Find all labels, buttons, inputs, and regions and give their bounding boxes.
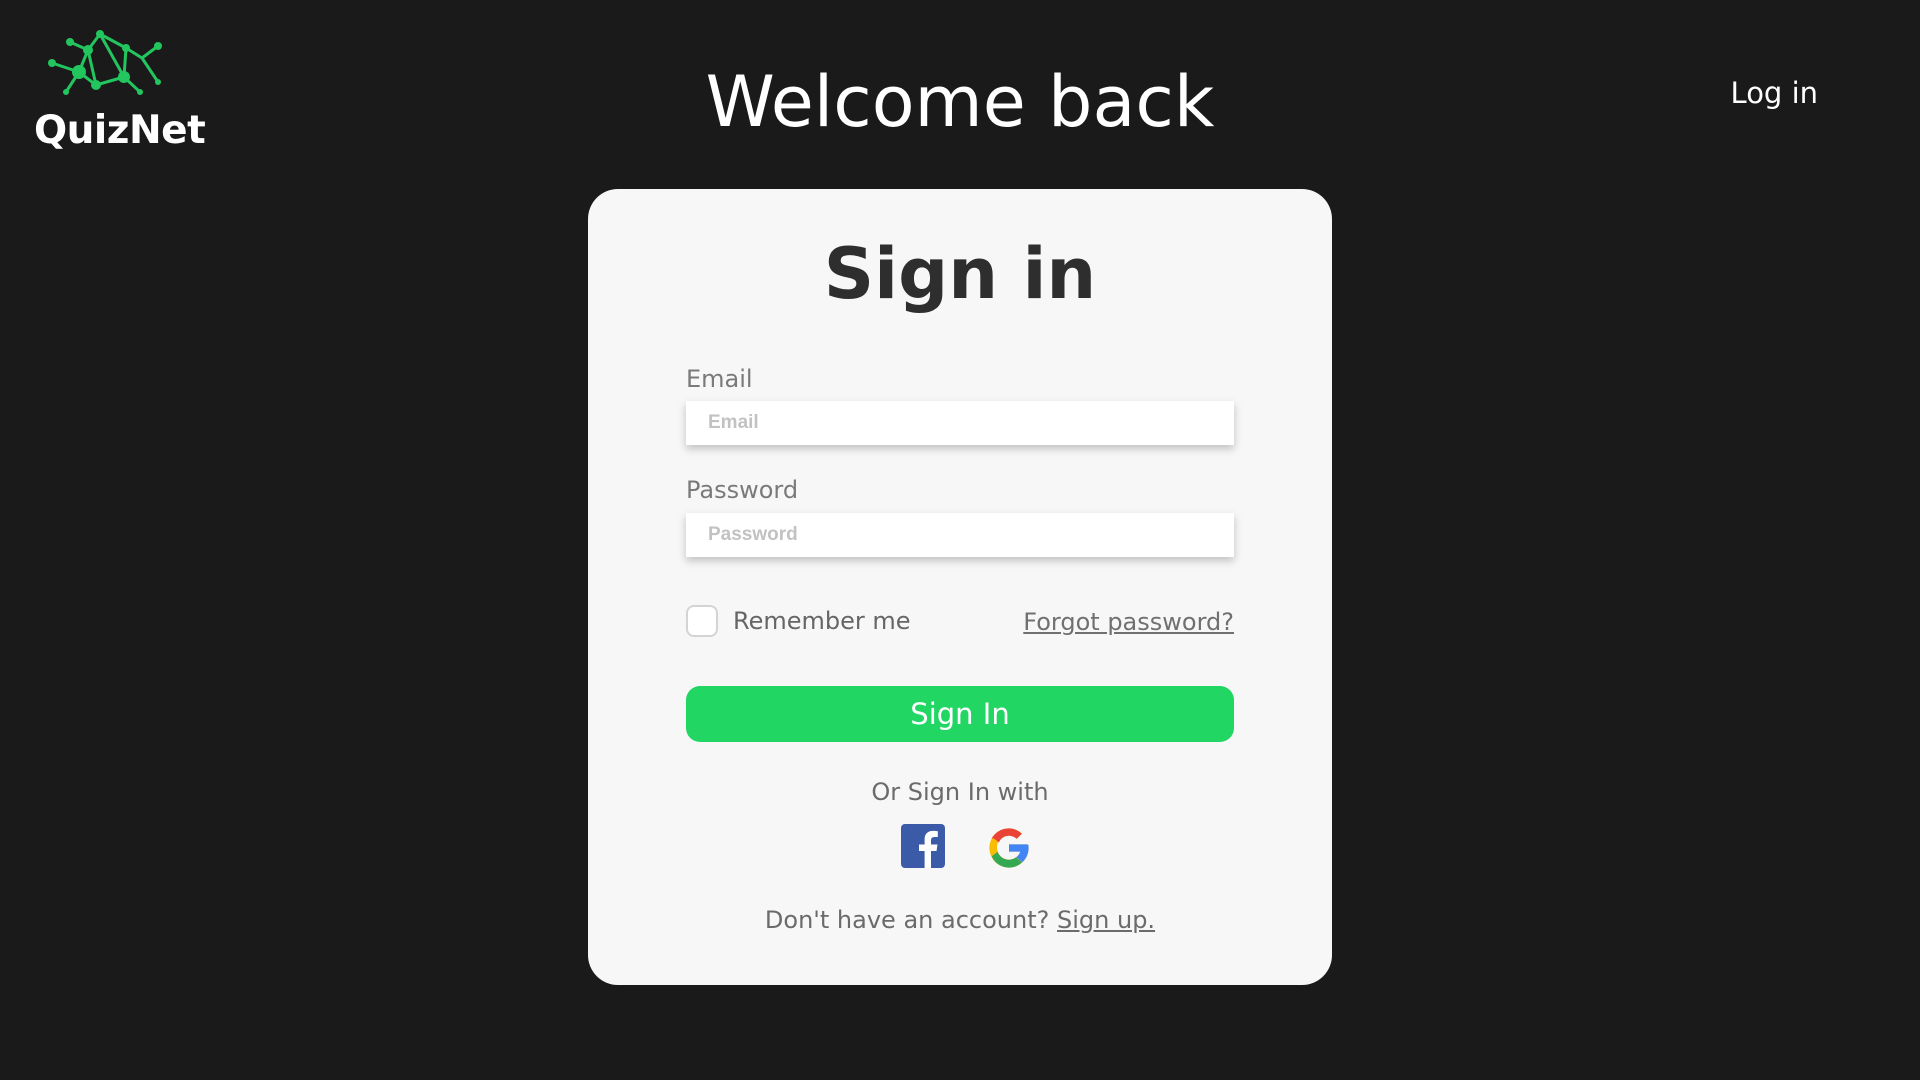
password-label: Password	[686, 476, 799, 504]
signup-prompt: Don't have an account? Sign up.	[0, 906, 1920, 934]
google-icon	[989, 828, 1029, 868]
remember-me-checkbox[interactable]	[686, 605, 718, 637]
email-field[interactable]	[686, 401, 1234, 445]
facebook-login-button[interactable]	[901, 824, 945, 868]
remember-me-label[interactable]: Remember me	[733, 607, 911, 635]
email-label: Email	[686, 365, 753, 393]
password-field[interactable]	[686, 513, 1234, 557]
page-title: Welcome back	[705, 61, 1215, 143]
signin-title: Sign in	[823, 233, 1097, 315]
sign-up-link[interactable]: Sign up.	[1057, 906, 1155, 934]
signup-prompt-text: Don't have an account?	[764, 906, 1050, 934]
forgot-password-link[interactable]: Forgot password?	[1023, 608, 1234, 636]
sign-in-button[interactable]: Sign In	[686, 686, 1234, 742]
facebook-icon	[901, 824, 945, 868]
google-login-button[interactable]	[985, 824, 1033, 872]
header-login-link[interactable]: Log in	[1731, 76, 1818, 110]
alt-signin-text: Or Sign In with	[871, 778, 1049, 806]
